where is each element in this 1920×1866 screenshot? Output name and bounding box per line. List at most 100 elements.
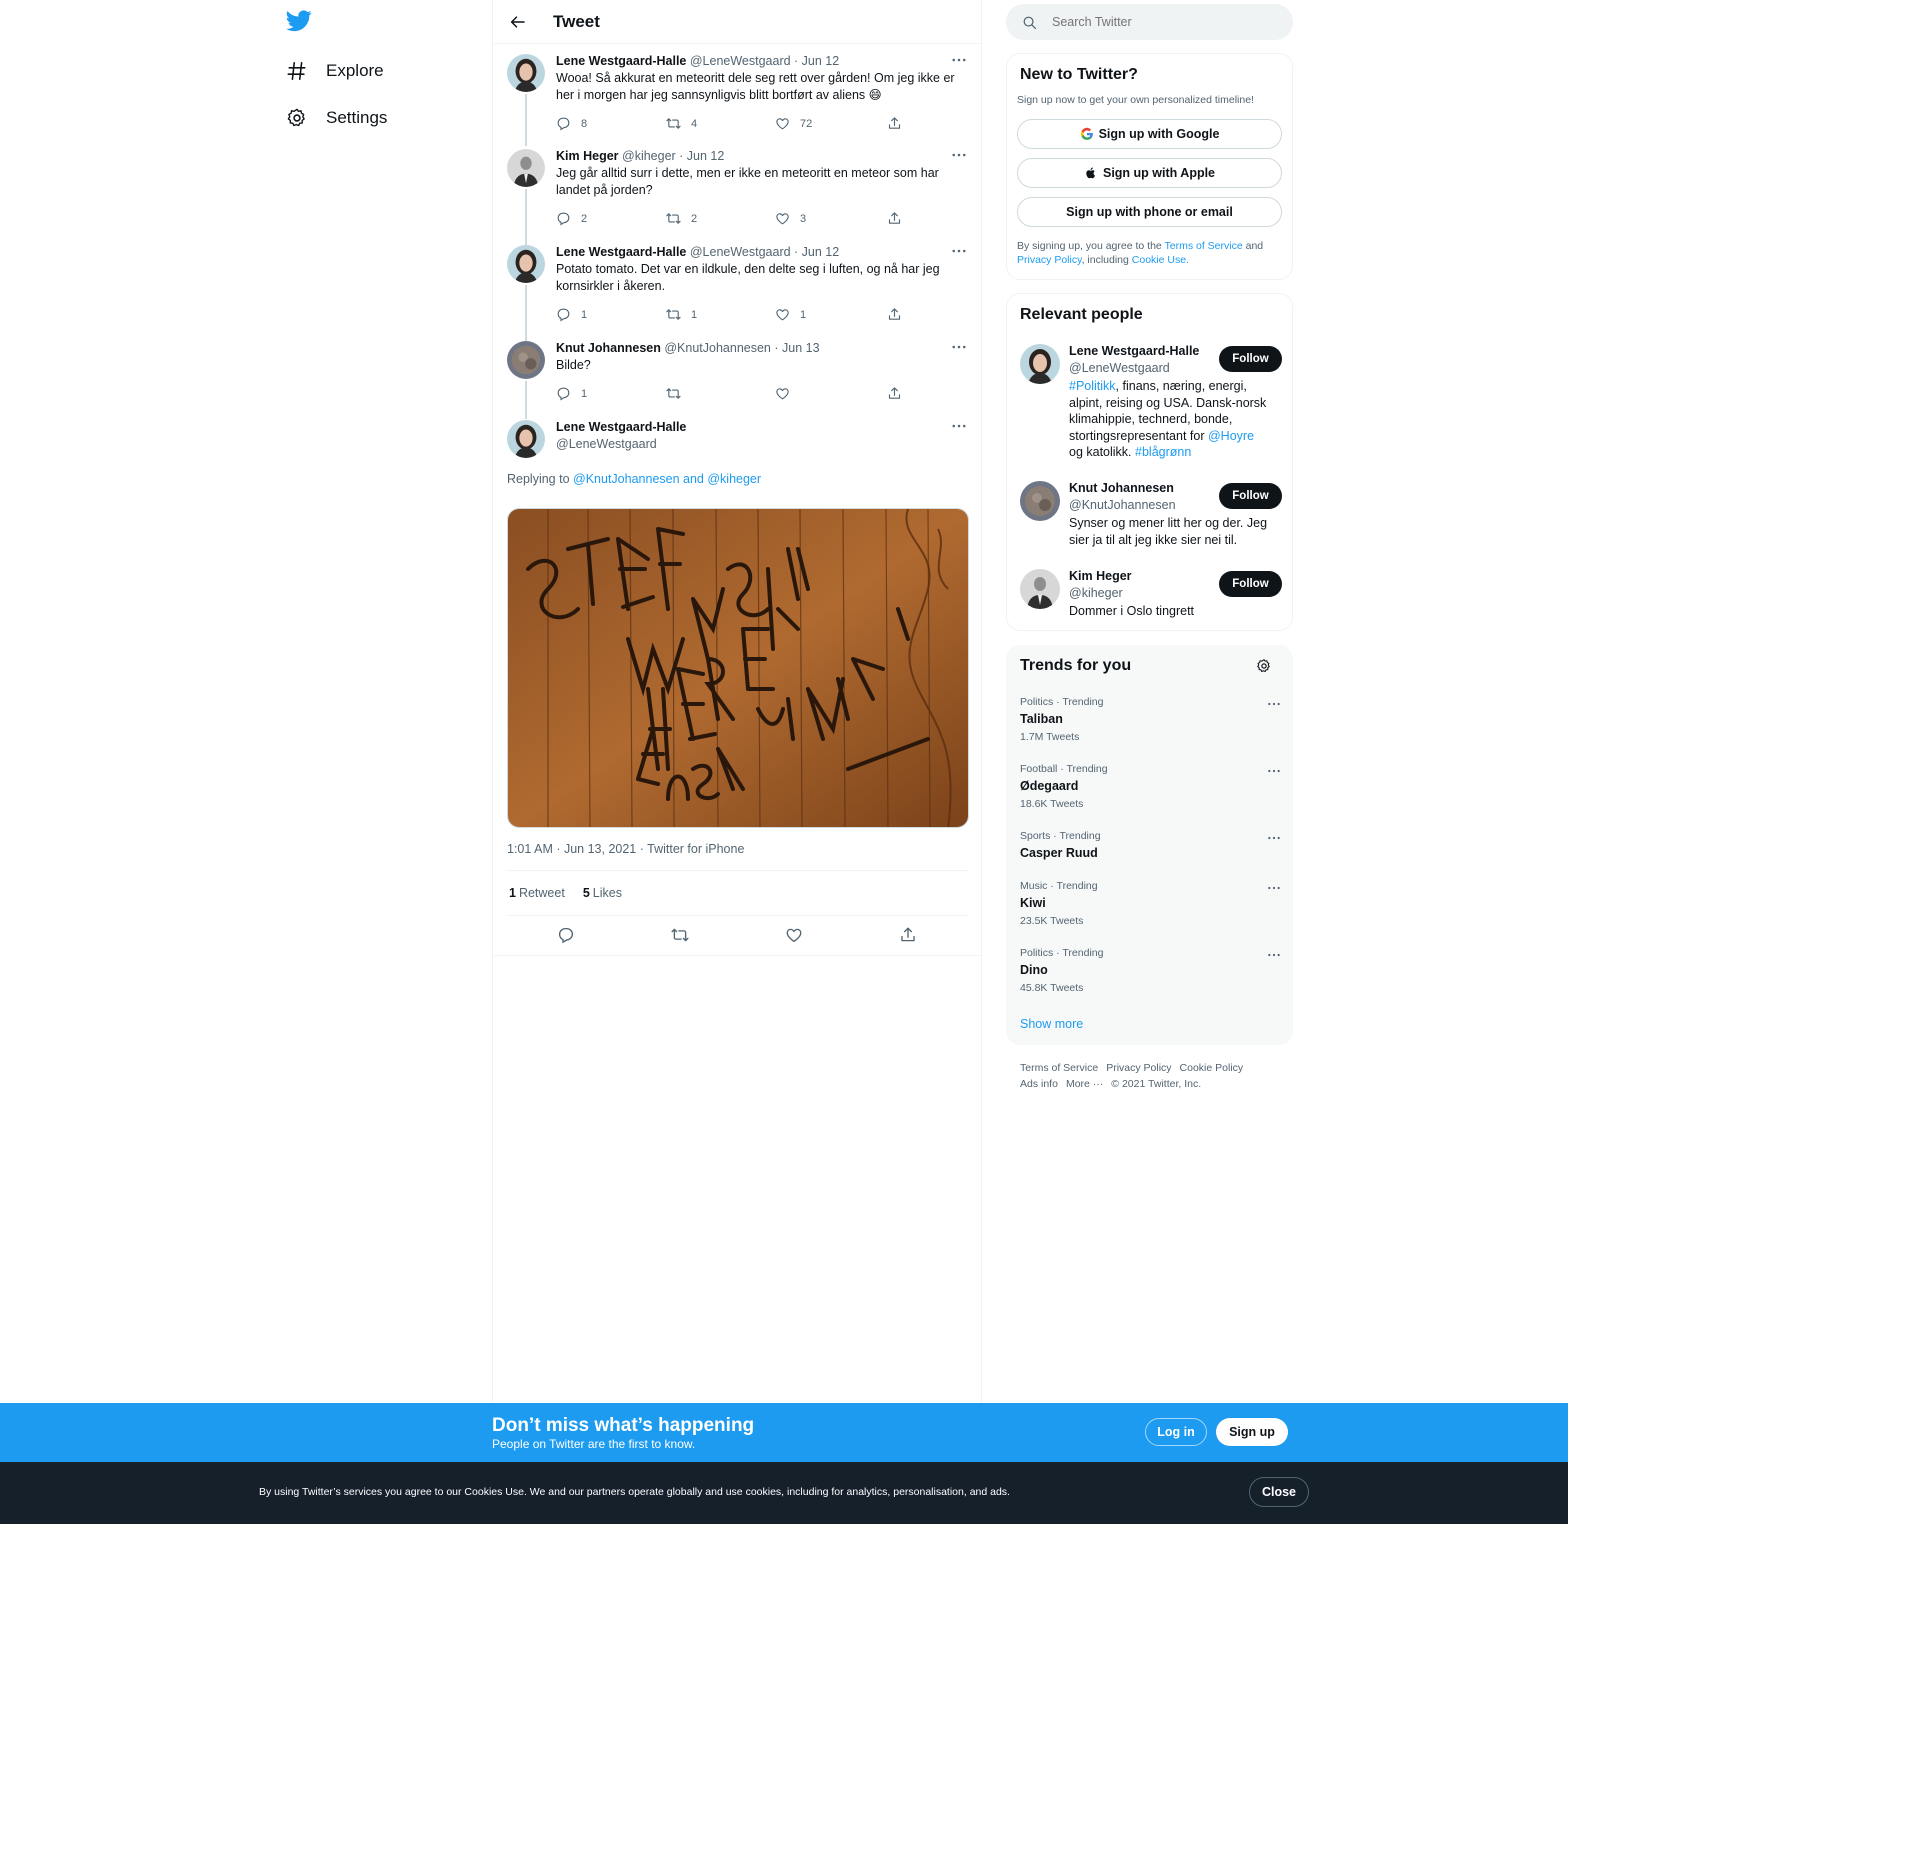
follow-button[interactable]: Follow xyxy=(1219,483,1282,509)
footer-privacy[interactable]: Privacy Policy xyxy=(1106,1062,1171,1074)
trend-item[interactable]: Politics · Trending Dino 45.8K Tweets xyxy=(1020,947,1282,994)
author-name[interactable]: Lene Westgaard-Halle xyxy=(556,54,686,68)
person-bio: Dommer i Oslo tingrett xyxy=(1069,604,1195,618)
arrow-left-icon[interactable] xyxy=(509,13,527,31)
tweet-photo[interactable] xyxy=(507,508,969,828)
more-dots-icon[interactable] xyxy=(1266,949,1282,961)
reply-icon xyxy=(556,211,571,226)
share-icon xyxy=(887,211,902,226)
thread-tweet[interactable]: Kim Heger @kiheger · Jun 12 Jeg går allt… xyxy=(507,149,969,245)
cookie-link[interactable]: Cookie Use. xyxy=(1132,254,1189,266)
hashtag-link[interactable]: #blågrønn xyxy=(1135,445,1191,459)
share-button[interactable] xyxy=(887,307,902,322)
replying-to-link[interactable]: @KnutJohannesen and @kiheger xyxy=(573,472,761,486)
author-name[interactable]: Lene Westgaard-Halle xyxy=(556,245,686,259)
signup-button[interactable]: Sign up xyxy=(1216,1418,1288,1446)
hashtag-link[interactable]: #Politikk xyxy=(1069,379,1116,393)
tweet-timestamp[interactable]: 1:01 AM · Jun 13, 2021 · Twitter for iPh… xyxy=(507,842,744,856)
retweet-stat[interactable]: 1 Retweet xyxy=(507,886,565,900)
avatar[interactable] xyxy=(1020,344,1060,384)
author-handle[interactable]: @LeneWestgaard xyxy=(556,437,657,451)
retweet-button[interactable]: 4 xyxy=(666,116,697,131)
footer-copyright: © 2021 Twitter, Inc. xyxy=(1111,1078,1202,1090)
author-name[interactable]: Kim Heger xyxy=(556,149,619,163)
avatar[interactable] xyxy=(507,341,545,379)
more-dots-icon[interactable] xyxy=(1266,765,1282,777)
avatar[interactable] xyxy=(507,149,545,187)
heart-icon[interactable] xyxy=(785,926,803,944)
terms-link[interactable]: Terms of Service xyxy=(1165,240,1243,252)
footer-more[interactable]: More ··· xyxy=(1066,1078,1103,1090)
signup-phone-button[interactable]: Sign up with phone or email xyxy=(1017,197,1282,227)
show-more-link[interactable]: Show more xyxy=(1020,1017,1083,1031)
trend-item[interactable]: Music · Trending Kiwi 23.5K Tweets xyxy=(1020,880,1282,927)
signup-apple-button[interactable]: Sign up with Apple xyxy=(1017,158,1282,188)
author-meta[interactable]: @LeneWestgaard · Jun 12 xyxy=(690,245,839,259)
like-stat[interactable]: 5 Likes xyxy=(581,886,622,900)
share-button[interactable] xyxy=(887,211,902,226)
reply-button[interactable]: 8 xyxy=(556,116,587,131)
trend-item[interactable]: Politics · Trending Taliban 1.7M Tweets xyxy=(1020,696,1282,743)
like-button[interactable] xyxy=(775,386,790,401)
author-name[interactable]: Lene Westgaard-Halle xyxy=(556,420,686,434)
trend-item[interactable]: Football · Trending Ødegaard 18.6K Tweet… xyxy=(1020,763,1282,810)
signup-google-button[interactable]: Sign up with Google xyxy=(1017,119,1282,149)
avatar[interactable] xyxy=(507,245,545,283)
close-button[interactable]: Close xyxy=(1249,1477,1309,1507)
reply-button[interactable]: 2 xyxy=(556,211,587,226)
thread-tweet[interactable]: Lene Westgaard-Halle @LeneWestgaard · Ju… xyxy=(507,54,969,146)
author-meta[interactable]: @KnutJohannesen · Jun 13 xyxy=(664,341,819,355)
like-button[interactable]: 1 xyxy=(775,307,806,322)
trend-category: Politics · Trending xyxy=(1020,947,1104,959)
more-dots-icon[interactable] xyxy=(1266,698,1282,710)
author-meta[interactable]: @LeneWestgaard · Jun 12 xyxy=(690,54,839,68)
reply-button[interactable]: 1 xyxy=(556,307,587,322)
follow-button[interactable]: Follow xyxy=(1219,346,1282,372)
mention-link[interactable]: @Hoyre xyxy=(1208,429,1254,443)
reply-icon[interactable] xyxy=(557,926,575,944)
author-meta[interactable]: @kiheger · Jun 12 xyxy=(622,149,724,163)
avatar[interactable] xyxy=(507,54,545,92)
trends-card: Trends for you Politics · Trending Talib… xyxy=(1006,645,1293,1045)
retweet-button[interactable] xyxy=(666,386,681,401)
trend-count: 1.7M Tweets xyxy=(1020,731,1080,743)
like-button[interactable]: 3 xyxy=(775,211,806,226)
footer-cookie[interactable]: Cookie Policy xyxy=(1180,1062,1244,1074)
reply-icon xyxy=(556,116,571,131)
retweet-icon[interactable] xyxy=(671,926,689,944)
more-dots-icon[interactable] xyxy=(950,341,968,353)
thread-tweet[interactable]: Lene Westgaard-Halle @LeneWestgaard · Ju… xyxy=(507,245,969,341)
gear-icon[interactable] xyxy=(1256,658,1272,674)
avatar[interactable] xyxy=(507,420,545,458)
like-button[interactable]: 72 xyxy=(775,116,812,131)
footer-terms[interactable]: Terms of Service xyxy=(1020,1062,1098,1074)
login-button[interactable]: Log in xyxy=(1145,1418,1207,1446)
search-bar[interactable] xyxy=(1006,4,1293,40)
more-dots-icon[interactable] xyxy=(1266,832,1282,844)
trend-item[interactable]: Sports · Trending Casper Ruud xyxy=(1020,830,1282,860)
share-button[interactable] xyxy=(887,116,902,131)
privacy-link[interactable]: Privacy Policy xyxy=(1017,254,1082,266)
more-dots-icon[interactable] xyxy=(1266,882,1282,894)
twitter-bird-icon[interactable] xyxy=(286,10,312,34)
retweet-button[interactable]: 2 xyxy=(666,211,697,226)
retweet-button[interactable]: 1 xyxy=(666,307,697,322)
search-input[interactable] xyxy=(1052,15,1252,29)
avatar[interactable] xyxy=(1020,569,1060,609)
nav-explore[interactable]: Explore xyxy=(286,57,384,85)
more-dots-icon[interactable] xyxy=(950,54,968,66)
legal-text-2: and xyxy=(1245,240,1264,252)
share-button[interactable] xyxy=(887,386,902,401)
reply-button[interactable]: 1 xyxy=(556,386,587,401)
footer-ads[interactable]: Ads info xyxy=(1020,1078,1058,1090)
share-icon[interactable] xyxy=(899,926,917,944)
thread-tweet[interactable]: Knut Johannesen @KnutJohannesen · Jun 13… xyxy=(507,341,969,419)
more-dots-icon[interactable] xyxy=(950,245,968,257)
hashtag-icon xyxy=(287,61,306,81)
nav-settings[interactable]: Settings xyxy=(286,104,387,132)
more-dots-icon[interactable] xyxy=(950,420,968,432)
author-name[interactable]: Knut Johannesen xyxy=(556,341,661,355)
more-dots-icon[interactable] xyxy=(950,149,968,161)
avatar[interactable] xyxy=(1020,481,1060,521)
follow-button[interactable]: Follow xyxy=(1219,571,1282,597)
